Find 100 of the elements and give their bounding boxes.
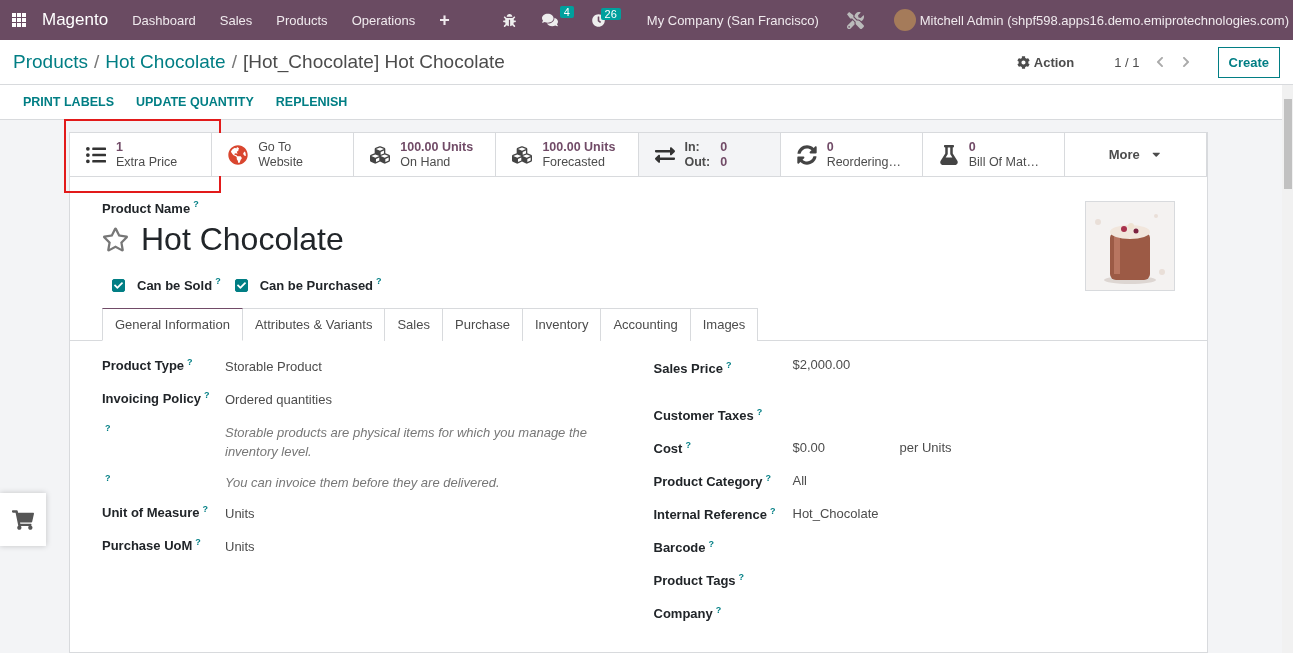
pager: 1 / 1	[1114, 54, 1140, 70]
field-label: Sales Price	[653, 361, 723, 376]
star-icon[interactable]	[102, 226, 129, 254]
field-label: Purchase UoM	[102, 538, 193, 553]
checkbox-label: Can be Purchased	[259, 278, 374, 294]
tab[interactable]: Purchase	[443, 307, 523, 341]
add-menu-item[interactable]: +	[427, 9, 462, 31]
checkbox[interactable]	[234, 279, 248, 292]
stat-value: 0	[720, 154, 728, 170]
help-mark[interactable]: ?	[105, 422, 111, 433]
tab[interactable]: Inventory	[522, 307, 602, 341]
field-value[interactable]: Storable Product	[225, 356, 624, 374]
help-mark[interactable]: ?	[376, 276, 382, 287]
company-switcher[interactable]: My Company (San Francisco)	[634, 12, 831, 28]
help-mark[interactable]: ?	[725, 359, 732, 370]
help-mark[interactable]: ?	[715, 604, 722, 615]
menu-item[interactable]: Dashboard	[120, 12, 208, 28]
count-badge: 4	[559, 6, 574, 18]
field-label: Invoicing Policy	[102, 391, 201, 406]
help-mark[interactable]: ?	[195, 536, 201, 547]
tab[interactable]: Images	[690, 307, 759, 341]
menu-item[interactable]: Operations	[339, 12, 428, 28]
chat-icon[interactable]	[541, 12, 558, 28]
stat-value: 100.00 Units	[542, 139, 616, 155]
help-mark[interactable]: ?	[765, 472, 772, 483]
stat-label: Bill Of Mat…	[968, 154, 1039, 170]
help-mark[interactable]: ?	[215, 276, 221, 287]
help-mark[interactable]: ?	[203, 389, 210, 400]
field-suffix: per Units	[899, 439, 953, 455]
help-mark[interactable]: ?	[769, 505, 776, 516]
help-mark[interactable]: ?	[756, 406, 763, 417]
create-button[interactable]: Create	[1217, 46, 1280, 78]
stat-value: 0	[720, 139, 728, 155]
bug-icon[interactable]	[502, 13, 516, 27]
globe-icon	[228, 144, 249, 165]
field-value[interactable]: $0.00	[792, 439, 900, 455]
list-icon	[86, 144, 106, 165]
help-mark[interactable]: ?	[738, 571, 745, 582]
field-label: Product Type	[102, 358, 185, 373]
field-label: Product Name	[102, 201, 191, 217]
field-value[interactable]: All	[792, 472, 900, 488]
stat-label: On Hand	[400, 154, 452, 170]
help-mark[interactable]: ?	[187, 356, 193, 367]
stat-button[interactable]: In: 0 Out: 0	[638, 133, 781, 176]
stat-label: Extra Price	[116, 154, 178, 170]
breadcrumb-separator: /	[231, 51, 237, 73]
app-name[interactable]: Magento	[36, 10, 121, 30]
help-mark[interactable]: ?	[708, 538, 715, 549]
field-label: Barcode	[653, 540, 706, 555]
stat-value: 0	[968, 139, 977, 155]
field-label: Product Tags	[653, 573, 736, 588]
field-value[interactable]: $2,000.00	[792, 356, 900, 372]
tab[interactable]: Sales	[385, 307, 443, 341]
stat-label: Website	[258, 154, 304, 170]
field-value[interactable]: Units	[225, 503, 624, 521]
header-button[interactable]: PRINT LABELS	[12, 91, 125, 113]
count-badge: 26	[600, 7, 621, 20]
field-label: Unit of Measure	[102, 505, 200, 520]
scrollbar[interactable]	[1282, 85, 1293, 653]
menu-item[interactable]: Sales	[207, 12, 265, 28]
tab[interactable]: Attributes & Variants	[242, 307, 386, 341]
breadcrumb-item[interactable]: Products	[13, 51, 88, 73]
user-menu[interactable]: Mitchell Admin (shpf598.apps16.demo.emiprotechnologies.com)	[919, 12, 1289, 28]
field-label: Customer Taxes	[653, 408, 754, 423]
header-button[interactable]: UPDATE QUANTITY	[125, 91, 265, 113]
arrows-icon	[654, 144, 675, 165]
help-mark[interactable]: ?	[193, 199, 199, 209]
tab[interactable]: General Information	[102, 307, 243, 341]
checkbox[interactable]	[112, 279, 125, 292]
help-mark[interactable]: ?	[105, 472, 111, 483]
help-mark[interactable]: ?	[685, 439, 691, 450]
cubes-icon	[370, 144, 391, 165]
stat-value: Go To	[258, 139, 293, 155]
field-label: Product Category	[653, 474, 763, 489]
stat-value: 1	[116, 139, 124, 155]
field-value[interactable]: Hot_Chocolate	[792, 505, 900, 521]
field-label: Cost	[653, 441, 683, 456]
field-value[interactable]: Ordered quantities	[225, 389, 624, 407]
cart-button[interactable]	[0, 493, 46, 546]
header-button[interactable]: REPLENISH	[264, 91, 359, 113]
stat-value: 100.00 Units	[400, 139, 474, 155]
flask-icon	[938, 144, 959, 165]
action-button[interactable]: Action	[1010, 53, 1081, 71]
checkbox-label: Can be Sold	[137, 278, 213, 294]
tools-icon[interactable]	[846, 11, 864, 29]
apps-icon[interactable]	[12, 13, 26, 27]
field-value[interactable]: Units	[225, 536, 624, 554]
help-mark[interactable]: ?	[202, 503, 208, 514]
gear-icon	[1016, 55, 1030, 69]
stat-label: Reordering…	[826, 154, 901, 170]
tab[interactable]: Accounting	[601, 307, 691, 341]
breadcrumb-separator: /	[94, 51, 100, 73]
field-label: Internal Reference	[653, 507, 767, 522]
field-note: Storable products are physical items for which you manage the inventory level.	[225, 423, 589, 461]
stat-label: Forecasted	[542, 154, 606, 170]
breadcrumb-item[interactable]: Hot Chocolate	[105, 51, 226, 73]
cubes-icon	[512, 144, 533, 165]
menu-item[interactable]: Products	[264, 12, 340, 28]
field-note: You can invoice them before they are delivered.	[225, 473, 501, 492]
breadcrumb-item: [Hot_Chocolate] Hot Chocolate	[242, 51, 505, 73]
